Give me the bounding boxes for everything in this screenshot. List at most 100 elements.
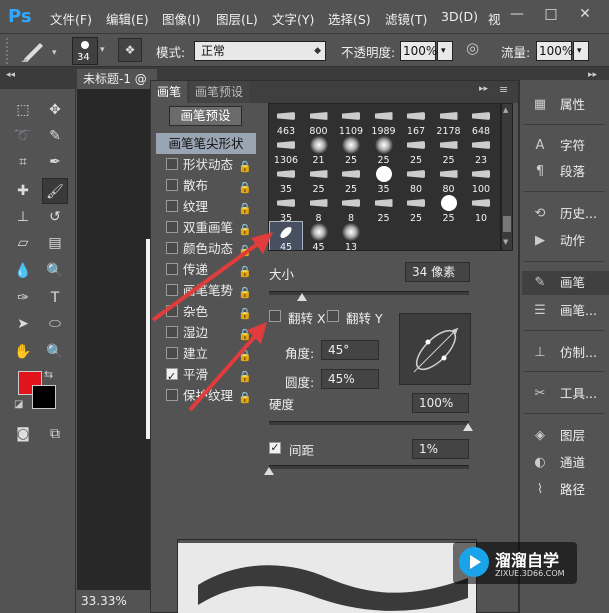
panel-menu-icon[interactable]: ≡ [499,83,508,96]
type-tool-icon[interactable]: T [42,285,68,311]
menu-select[interactable]: 选择(S) [328,9,371,28]
dock-item[interactable]: ✎ 画笔 [522,271,609,295]
lock-icon[interactable]: 🔒 [238,177,252,198]
brush-tip[interactable]: 1109 [335,106,367,138]
history-brush-tool-icon[interactable]: ↺ [42,204,68,230]
brush-tip[interactable]: 25 [303,164,335,196]
ellipse-tool-icon[interactable]: ⬭ [42,311,68,337]
brush-tip[interactable]: 648 [465,106,497,138]
menu-layer[interactable]: 图层(L) [216,9,258,28]
size-input[interactable]: 34 像素 [405,262,470,282]
background-color-swatch[interactable] [32,385,56,409]
mode-select[interactable]: 正常 ◆ [194,41,326,61]
crop-tool-icon[interactable]: ⌗ [10,149,36,175]
panel-collapse-icon[interactable]: ▸▸ [479,84,488,94]
swap-colors-icon[interactable]: ⇆ [44,368,53,381]
brush-panel-toggle-icon[interactable]: ❖ [118,38,142,62]
brush-tip[interactable]: 1306 [270,135,302,167]
scroll-thumb[interactable] [503,216,511,232]
dodge-tool-icon[interactable]: 🔍 [42,258,68,284]
brush-tip[interactable]: 100 [465,164,497,196]
dock-item[interactable]: ¶ 段落 [522,160,609,184]
brush-option-checkbox[interactable] [166,158,178,170]
eraser-tool-icon[interactable]: ▱ [10,230,36,256]
brush-tip[interactable]: 25 [335,164,367,196]
spacing-slider[interactable] [269,465,469,469]
dock-item[interactable]: ▶ 动作 [522,229,609,253]
angle-roundness-preview[interactable] [399,313,471,385]
dock-item[interactable]: ⟲ 历史... [522,202,609,226]
blur-tool-icon[interactable]: 💧 [10,258,36,284]
eyedropper-tool-icon[interactable]: ✒ [42,149,68,175]
brush-tip-grid[interactable]: 463 800 1109 1989 167 2178 648 1306 21 25 25 25 25 23… [268,103,501,251]
brush-tip[interactable]: 45 [303,222,335,250]
collapse-toolbox-icon[interactable]: ◂◂ [6,70,15,80]
brush-tip[interactable]: 25 [400,193,432,225]
opacity-input[interactable]: 100% [400,41,437,61]
brush-presets-button[interactable]: 画笔预设 [169,106,242,126]
clone-stamp-tool-icon[interactable]: ⊥ [10,204,36,230]
dock-item[interactable]: ☰ 画笔... [522,299,609,323]
brush-tip[interactable]: 1989 [368,106,400,138]
brush-tip[interactable]: 463 [270,106,302,138]
scroll-up-icon[interactable]: ▲ [503,106,508,114]
dock-item[interactable]: ⊥ 仿制... [522,341,609,365]
hardness-slider[interactable] [269,421,469,425]
brush-tip[interactable]: 80 [433,164,465,196]
default-colors-icon[interactable]: ◪ [14,399,23,410]
brush-tip[interactable]: 25 [433,193,465,225]
path-selection-tool-icon[interactable]: ➤ [10,311,36,337]
menu-3d[interactable]: 3D(D) [441,9,478,24]
dock-item[interactable]: ▦ 属性 [522,93,609,117]
brush-tip[interactable]: 2178 [433,106,465,138]
brush-tip[interactable]: 8 [303,193,335,225]
scroll-down-icon[interactable]: ▼ [503,238,508,246]
brush-tip[interactable]: 10 [465,193,497,225]
zoom-level[interactable]: 33.33% [77,590,150,613]
brush-tip[interactable]: 35 [270,164,302,196]
tab-brush[interactable]: 画笔 [151,81,188,103]
gradient-tool-icon[interactable]: ▤ [42,230,68,256]
brush-tip[interactable]: 167 [400,106,432,138]
menu-image[interactable]: 图像(I) [162,9,200,28]
angle-input[interactable]: 45° [321,340,379,360]
menu-type[interactable]: 文字(Y) [272,9,314,28]
size-slider-thumb[interactable] [297,293,307,301]
spacing-checkbox[interactable]: ✓ [269,442,281,454]
document-tab[interactable]: 未标题-1 @ [77,69,157,89]
marquee-tool-icon[interactable]: ⬚ [10,97,36,123]
brush-option-checkbox[interactable] [166,179,178,191]
close-button[interactable]: ✕ [574,4,596,24]
pen-tool-icon[interactable]: ✑ [10,285,36,311]
spacing-slider-thumb[interactable] [264,467,274,475]
flip-y-checkbox[interactable] [327,310,339,322]
menu-view[interactable]: 视 [488,9,501,28]
flow-input[interactable]: 100% [536,41,573,61]
brush-size-picker[interactable]: 34 [72,37,98,65]
quick-selection-tool-icon[interactable]: ✎ [42,123,68,149]
dock-item[interactable]: ✂ 工具... [522,382,609,406]
dock-item[interactable]: ◈ 图层 [522,424,609,448]
flow-dropdown-icon[interactable]: ▾ [573,41,589,61]
brush-tip[interactable]: 13 [335,222,367,250]
brush-tip-shape-option[interactable]: 画笔笔尖形状 [156,133,256,154]
options-grip[interactable] [6,38,10,64]
brush-tip[interactable]: 23 [465,135,497,167]
brush-tip[interactable]: 25 [368,193,400,225]
tab-brush-presets[interactable]: 画笔预设 [189,81,250,103]
brush-tip[interactable]: 35 [368,164,400,196]
spacing-input[interactable]: 1% [412,439,469,459]
opacity-dropdown-icon[interactable]: ▾ [437,41,453,61]
tip-grid-scrollbar[interactable]: ▲ ▼ [501,103,513,251]
dock-item[interactable]: A 字符 [522,134,609,158]
zoom-tool-icon[interactable]: 🔍 [42,339,68,365]
lock-icon[interactable]: 🔒 [238,156,252,177]
pressure-opacity-icon[interactable]: ◎ [466,39,488,61]
tool-preset-picker[interactable]: ▾ [18,38,60,64]
screen-mode-icon[interactable]: ⧉ [42,421,68,447]
brush-option-row[interactable]: 形状动态 🔒 [156,154,256,175]
menu-edit[interactable]: 编辑(E) [106,9,149,28]
brush-tip[interactable]: 25 [433,135,465,167]
hardness-input[interactable]: 100% [412,393,469,413]
menu-file[interactable]: 文件(F) [50,9,92,28]
